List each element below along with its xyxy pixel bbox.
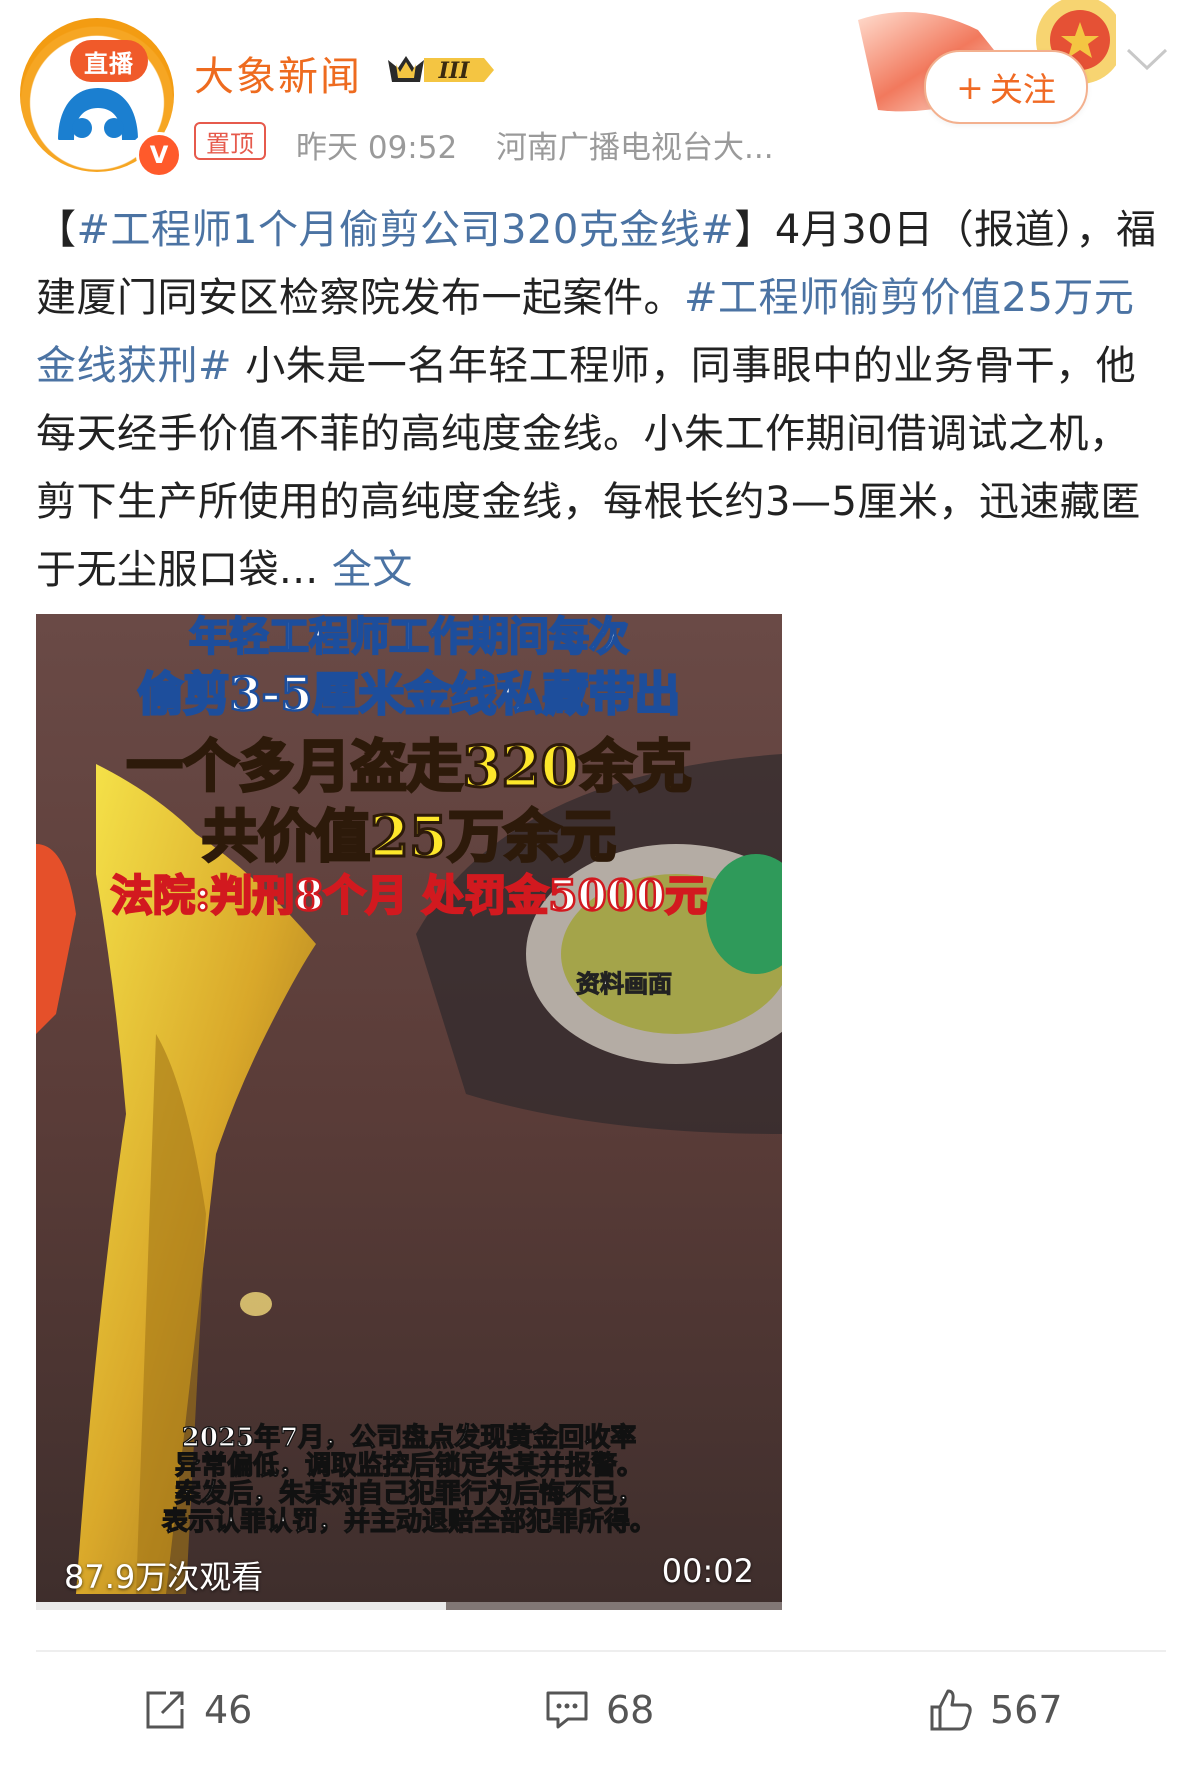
- verified-icon: V: [136, 132, 182, 178]
- follow-label: 关注: [989, 70, 1056, 109]
- pinned-badge: 置顶: [194, 122, 266, 160]
- like-button[interactable]: 567: [928, 1680, 1063, 1740]
- vip-crown-badge-icon[interactable]: III: [384, 50, 496, 90]
- video-caption-4: 共价值25万余元: [201, 803, 618, 872]
- like-count: 567: [990, 1688, 1063, 1732]
- video-caption-5: 法院:判刑8个月 处罚金5000元: [110, 870, 709, 922]
- video-duration: 00:02: [661, 1552, 754, 1590]
- video-progress-fill: [36, 1602, 447, 1610]
- share-count: 46: [204, 1688, 253, 1732]
- video-caption-2: 偷剪3-5厘米金线私藏带出: [136, 666, 682, 723]
- comment-icon: [546, 1691, 588, 1729]
- video-subtitle-line: 案发后，朱某对自己犯罪行为后悔不已，: [174, 1479, 643, 1509]
- vip-level-text: III: [438, 58, 471, 84]
- video-caption-3: 一个多月盗走320余克: [125, 733, 693, 802]
- video-caption-1: 年轻工程师工作期间每次: [188, 614, 630, 661]
- actions-divider: [36, 1650, 1166, 1652]
- account-name[interactable]: 大象新闻: [194, 44, 362, 102]
- elephant-logo-icon: [58, 88, 138, 140]
- post-time: 昨天 09:52: [296, 130, 458, 166]
- video-subtitle-line: 表示认罪认罚，并主动退赔全部犯罪所得。: [161, 1507, 656, 1537]
- live-badge: 直播: [70, 40, 148, 82]
- share-icon: [146, 1691, 184, 1729]
- topic-link-1[interactable]: #工程师1个月偷剪公司320克金线#: [77, 207, 735, 253]
- read-more-link[interactable]: 全文: [332, 547, 413, 593]
- video-subtitle-line: 异常偏低，调取监控后锁定朱某并报警。: [174, 1451, 643, 1481]
- video-subtitles: 2025年7月，公司盘点发现黄金回收率 异常偏低，调取监控后锁定朱某并报警。 案…: [96, 1423, 722, 1537]
- video-views: 87.9万次观看: [64, 1558, 264, 1596]
- video-subtitle-line: 2025年7月，公司盘点发现黄金回收率: [181, 1423, 637, 1453]
- comment-button[interactable]: 68: [544, 1680, 654, 1740]
- follow-button[interactable]: + 关注: [924, 50, 1088, 124]
- thumbs-up-icon: [930, 1689, 972, 1731]
- comment-count: 68: [606, 1688, 655, 1732]
- post-source[interactable]: 河南广播电视台大...: [496, 122, 774, 167]
- chevron-down-icon[interactable]: [1124, 44, 1170, 74]
- share-button[interactable]: 46: [142, 1680, 252, 1740]
- plus-icon: +: [956, 67, 984, 107]
- video-player[interactable]: 年轻工程师工作期间每次 偷剪3-5厘米金线私藏带出 一个多月盗走320余克 共价…: [36, 614, 782, 1610]
- video-source-tag: 资料画面: [576, 969, 673, 999]
- post-text: 【#工程师1个月偷剪公司320克金线#】4月30日（报道），福建厦门同安区检察院…: [36, 207, 1157, 593]
- avatar[interactable]: 直播 V: [20, 18, 182, 178]
